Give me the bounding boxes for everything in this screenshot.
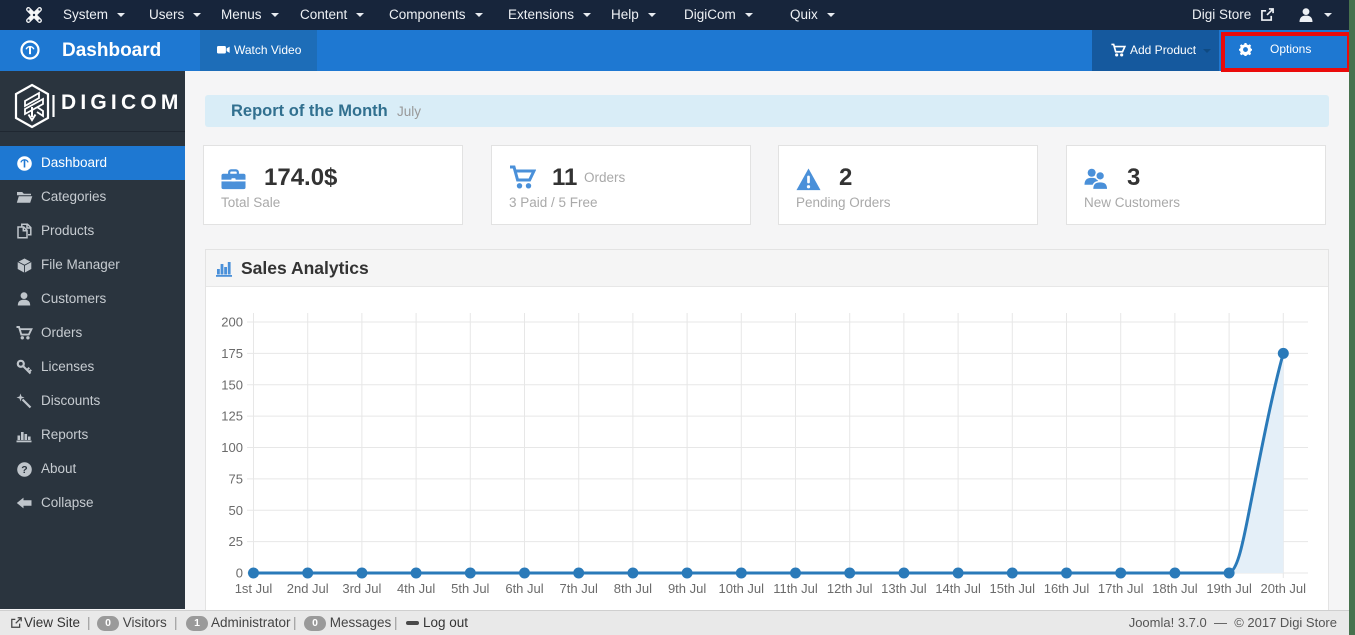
svg-text:9th Jul: 9th Jul — [668, 581, 706, 596]
svg-text:11th Jul: 11th Jul — [773, 581, 818, 596]
svg-text:14th Jul: 14th Jul — [935, 581, 981, 596]
svg-text:?: ? — [21, 464, 27, 476]
svg-text:5th Jul: 5th Jul — [451, 581, 489, 596]
svg-text:6th Jul: 6th Jul — [505, 581, 543, 596]
svg-text:18th Jul: 18th Jul — [1152, 581, 1198, 596]
svg-text:19th Jul: 19th Jul — [1206, 581, 1252, 596]
svg-text:50: 50 — [229, 503, 243, 518]
svg-text:25: 25 — [229, 534, 243, 549]
svg-text:150: 150 — [221, 377, 243, 392]
svg-text:125: 125 — [221, 409, 243, 424]
svg-text:175: 175 — [221, 346, 243, 361]
svg-text:0: 0 — [236, 566, 243, 581]
svg-text:15th Jul: 15th Jul — [990, 581, 1036, 596]
svg-text:75: 75 — [229, 471, 243, 486]
svg-text:1st Jul: 1st Jul — [235, 581, 273, 596]
svg-text:200: 200 — [221, 315, 243, 330]
svg-text:7th Jul: 7th Jul — [560, 581, 598, 596]
svg-text:8th Jul: 8th Jul — [614, 581, 652, 596]
svg-text:100: 100 — [221, 440, 243, 455]
svg-text:3rd Jul: 3rd Jul — [342, 581, 381, 596]
svg-text:13th Jul: 13th Jul — [881, 581, 927, 596]
svg-text:20th Jul: 20th Jul — [1261, 581, 1307, 596]
svg-text:10th Jul: 10th Jul — [719, 581, 765, 596]
svg-text:2nd Jul: 2nd Jul — [287, 581, 329, 596]
svg-text:17th Jul: 17th Jul — [1098, 581, 1144, 596]
svg-text:16th Jul: 16th Jul — [1044, 581, 1090, 596]
svg-text:4th Jul: 4th Jul — [397, 581, 435, 596]
svg-text:12th Jul: 12th Jul — [827, 581, 873, 596]
